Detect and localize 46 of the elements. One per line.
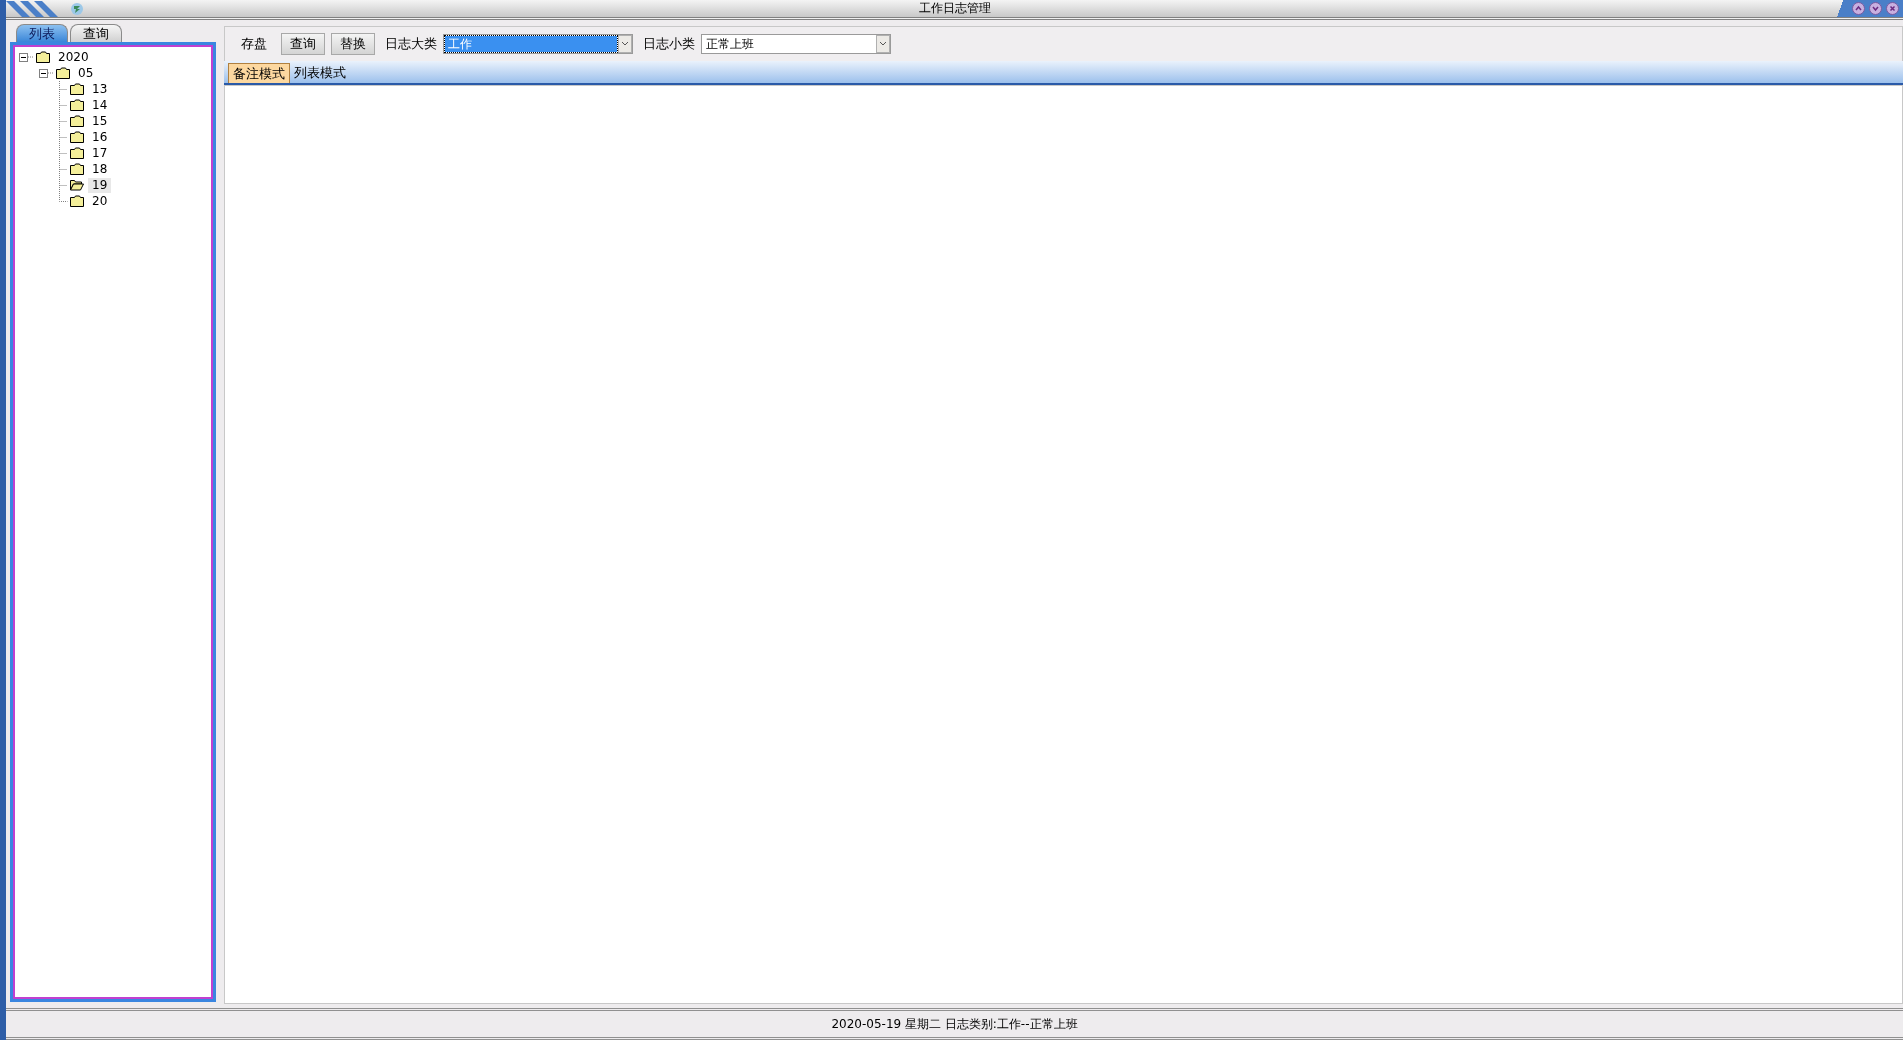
tree-connector [59,81,68,97]
window-title: 工作日志管理 [918,0,991,17]
tree-item[interactable]: 15 [88,113,112,129]
folder-icon [70,99,84,111]
tree-connector [48,72,54,74]
folder-icon [70,163,84,175]
status-text: 2020-05-19 星期二 日志类别:工作--正常上班 [831,1015,1078,1033]
tree-item[interactable]: 19 [88,177,112,193]
combo-label: 日志小类 [643,35,695,53]
tree-connector [59,97,68,113]
tree-item[interactable]: 13 [88,81,112,97]
folder-icon [36,51,50,63]
toolbar-button[interactable]: 查询 [281,33,325,55]
tree-item[interactable]: 14 [88,97,112,113]
tree-item[interactable]: 18 [88,161,112,177]
folder-icon [70,147,84,159]
open-folder-icon [70,179,84,191]
folder-icon [70,115,84,127]
tree-connector [28,56,34,58]
mode-tab[interactable]: 列表模式 [290,63,350,83]
close-icon[interactable] [1886,2,1899,15]
side-tab[interactable]: 列表 [16,24,68,42]
tree-item[interactable]: 20 [88,193,112,209]
combo-label: 日志大类 [385,35,437,53]
tree-connector [59,129,68,145]
tree-connector [59,161,68,177]
collapse-icon[interactable] [19,52,28,62]
folder-icon [56,67,70,79]
folder-icon [70,195,84,207]
tree-item[interactable]: 16 [88,129,112,145]
folder-icon [70,83,84,95]
tree-item[interactable]: 05 [74,65,98,81]
folder-icon [70,131,84,143]
dropdown-field[interactable]: 正常上班 [701,34,891,54]
mode-tab[interactable]: 备注模式 [228,63,290,83]
app-icon [70,1,84,16]
minimize-icon[interactable] [1852,2,1865,15]
tree-connector [59,113,68,129]
tree-connector [59,145,68,161]
toolbar-button[interactable]: 替换 [331,33,375,55]
maximize-icon[interactable] [1869,2,1882,15]
tree-item[interactable]: 17 [88,145,112,161]
tree-item[interactable]: 2020 [54,49,93,65]
side-tab[interactable]: 查询 [70,24,122,42]
toolbar-button[interactable]: 存盘 [233,33,275,55]
collapse-icon[interactable] [39,68,48,78]
